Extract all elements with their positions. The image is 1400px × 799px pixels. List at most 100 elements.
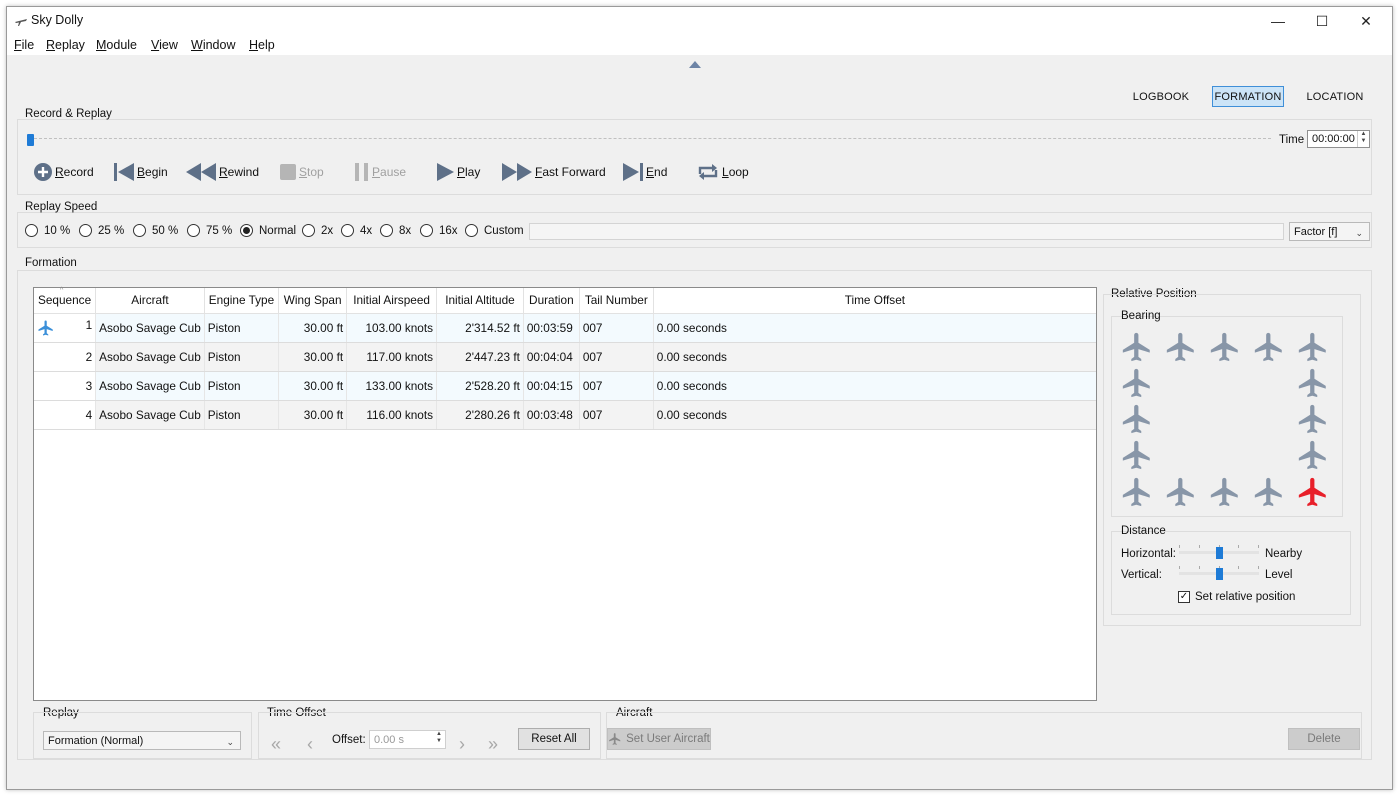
bearing-left-plane-icon[interactable] <box>1120 402 1154 436</box>
bearing-bottom-right-plane-icon[interactable] <box>1296 475 1330 509</box>
menu-view[interactable]: View <box>151 38 178 52</box>
speed-radio-10[interactable]: 10 % <box>25 224 70 237</box>
speed-radio-75[interactable]: 75 % <box>187 224 232 237</box>
table-row[interactable]: 2 Asobo Savage Cub Piston 30.00 ft 117.0… <box>34 342 1096 372</box>
speed-radio-normal[interactable]: Normal <box>240 224 296 237</box>
column-header-initial-airspeed[interactable]: Initial Airspeed <box>346 288 438 314</box>
formation-title: Formation <box>25 257 77 269</box>
bearing-lower-right-plane-icon[interactable] <box>1296 438 1330 472</box>
sort-ascending-icon: ^ <box>60 287 64 294</box>
delete-button[interactable]: Delete <box>1288 728 1360 750</box>
stop-button[interactable]: Stop <box>279 159 324 185</box>
bearing-bottom-plane-icon[interactable] <box>1208 475 1242 509</box>
speed-radio-25[interactable]: 25 % <box>79 224 124 237</box>
formation-table[interactable]: ^ Sequence Aircraft Engine Type Wing Span… <box>33 287 1097 701</box>
tab-logbook[interactable]: LOGBOOK <box>1129 86 1193 107</box>
column-header-initial-altitude[interactable]: Initial Altitude <box>436 288 524 314</box>
menu-module[interactable]: Module <box>96 38 137 52</box>
speed-label: 2x <box>321 224 334 237</box>
cell-aircraft: Asobo Savage Cub <box>95 342 205 372</box>
speed-radio-50[interactable]: 50 % <box>133 224 178 237</box>
bearing-upper-left-plane-icon[interactable] <box>1120 366 1154 400</box>
speed-radio-4x[interactable]: 4x <box>341 224 372 237</box>
speed-radio-custom[interactable]: Custom <box>465 224 524 237</box>
cell-initial-airspeed: 133.00 knots <box>346 371 438 401</box>
tab-formation[interactable]: FORMATION <box>1212 86 1284 107</box>
column-header-time-offset[interactable]: Time Offset <box>653 288 1096 314</box>
bearing-upper-right-plane-icon[interactable] <box>1296 366 1330 400</box>
cell-time-offset[interactable]: 0.00 seconds <box>653 342 1096 372</box>
factor-combobox[interactable]: Factor [f] ⌄ <box>1289 222 1370 241</box>
position-slider-track[interactable] <box>29 138 1271 142</box>
horizontal-distance-slider[interactable] <box>1179 545 1259 559</box>
bearing-right-plane-icon[interactable] <box>1296 402 1330 436</box>
set-user-aircraft-button[interactable]: Set User Aircraft <box>607 728 711 750</box>
cell-time-offset[interactable]: 0.00 seconds <box>653 400 1096 430</box>
cell-time-offset[interactable]: 0.00 seconds <box>653 371 1096 401</box>
menu-file[interactable]: File <box>14 38 34 52</box>
position-slider-handle[interactable] <box>27 134 34 146</box>
play-button[interactable]: Play <box>435 159 480 185</box>
vertical-distance-slider[interactable] <box>1179 566 1259 580</box>
record-button[interactable]: Record <box>33 159 94 185</box>
table-row[interactable]: 3 Asobo Savage Cub Piston 30.00 ft 133.0… <box>34 371 1096 401</box>
speed-radio-8x[interactable]: 8x <box>380 224 411 237</box>
column-header-sequence[interactable]: ^ Sequence <box>34 287 97 314</box>
record-replay-title: Record & Replay <box>25 108 112 120</box>
backward-offset-icon[interactable]: ‹ <box>307 734 313 755</box>
bearing-bottom-left-center-plane-icon[interactable] <box>1164 475 1198 509</box>
pause-button[interactable]: Pause <box>354 159 406 185</box>
menu-replay[interactable]: Replay <box>46 38 85 52</box>
rewind-button[interactable]: Rewind <box>185 159 259 185</box>
close-button[interactable]: ✕ <box>1344 7 1388 35</box>
offset-spinbox[interactable]: 0.00 s ▲ ▼ <box>369 730 446 749</box>
bearing-top-right-plane-icon[interactable] <box>1296 330 1330 364</box>
column-header-duration[interactable]: Duration <box>523 288 580 314</box>
bearing-top-plane-icon[interactable] <box>1208 330 1242 364</box>
table-row[interactable]: 4 Asobo Savage Cub Piston 30.00 ft 116.0… <box>34 400 1096 430</box>
custom-speed-input[interactable] <box>529 223 1284 240</box>
bearing-bottom-right-center-plane-icon[interactable] <box>1252 475 1286 509</box>
maximize-button[interactable]: ☐ <box>1300 7 1344 35</box>
column-header-aircraft[interactable]: Aircraft <box>95 288 205 314</box>
bearing-top-left-center-plane-icon[interactable] <box>1164 330 1198 364</box>
speed-radio-2x[interactable]: 2x <box>302 224 333 237</box>
bearing-lower-left-plane-icon[interactable] <box>1120 438 1154 472</box>
end-button[interactable]: End <box>622 159 667 185</box>
slider-handle[interactable] <box>1216 547 1223 559</box>
reset-all-button[interactable]: Reset All <box>518 728 590 750</box>
fast-backward-offset-icon[interactable]: « <box>271 734 281 755</box>
table-row[interactable]: 1 Asobo Savage Cub Piston 30.00 ft 103.0… <box>34 313 1096 343</box>
set-user-aircraft-label: Set User Aircraft <box>626 733 710 745</box>
speed-radio-16x[interactable]: 16x <box>420 224 458 237</box>
column-header-engine-type[interactable]: Engine Type <box>204 288 280 314</box>
bearing-top-left-plane-icon[interactable] <box>1120 330 1154 364</box>
column-header-wing-span[interactable]: Wing Span <box>278 288 348 314</box>
begin-button[interactable]: Begin <box>113 159 168 185</box>
loop-button[interactable]: Loop <box>696 159 749 185</box>
fast-forward-offset-icon[interactable]: » <box>488 734 498 755</box>
cell-aircraft: Asobo Savage Cub <box>95 400 205 430</box>
play-label: Play <box>457 165 481 179</box>
bearing-top-right-center-plane-icon[interactable] <box>1252 330 1286 364</box>
bearing-bottom-left-plane-icon[interactable] <box>1120 475 1154 509</box>
time-spinbox[interactable]: 00:00:00 ▲ ▼ <box>1307 130 1370 148</box>
tab-location[interactable]: LOCATION <box>1302 86 1368 107</box>
replay-mode-combobox[interactable]: Formation (Normal) ⌄ <box>43 731 241 750</box>
minimize-button[interactable]: — <box>1256 7 1300 35</box>
fast-forward-button[interactable]: Fast Forward <box>501 159 606 185</box>
cell-time-offset[interactable]: 0.00 seconds <box>653 313 1096 343</box>
column-label: Sequence <box>38 293 92 308</box>
forward-offset-icon[interactable]: › <box>459 734 465 755</box>
title-bar: Sky Dolly — ☐ ✕ <box>7 7 1392 35</box>
slider-handle[interactable] <box>1216 568 1223 580</box>
collapse-arrow-icon[interactable] <box>689 61 701 68</box>
menu-window[interactable]: Window <box>191 38 235 52</box>
set-relative-position-checkbox[interactable]: ✓ <box>1178 591 1190 603</box>
column-header-tail-number[interactable]: Tail Number <box>579 288 654 314</box>
time-spin-arrows-icon[interactable]: ▲ ▼ <box>1357 131 1369 147</box>
set-relative-position-label[interactable]: Set relative position <box>1195 591 1295 603</box>
record-label: Record <box>55 165 94 179</box>
menu-help[interactable]: Help <box>249 38 275 52</box>
offset-spin-arrows-icon[interactable]: ▲ ▼ <box>433 731 445 748</box>
